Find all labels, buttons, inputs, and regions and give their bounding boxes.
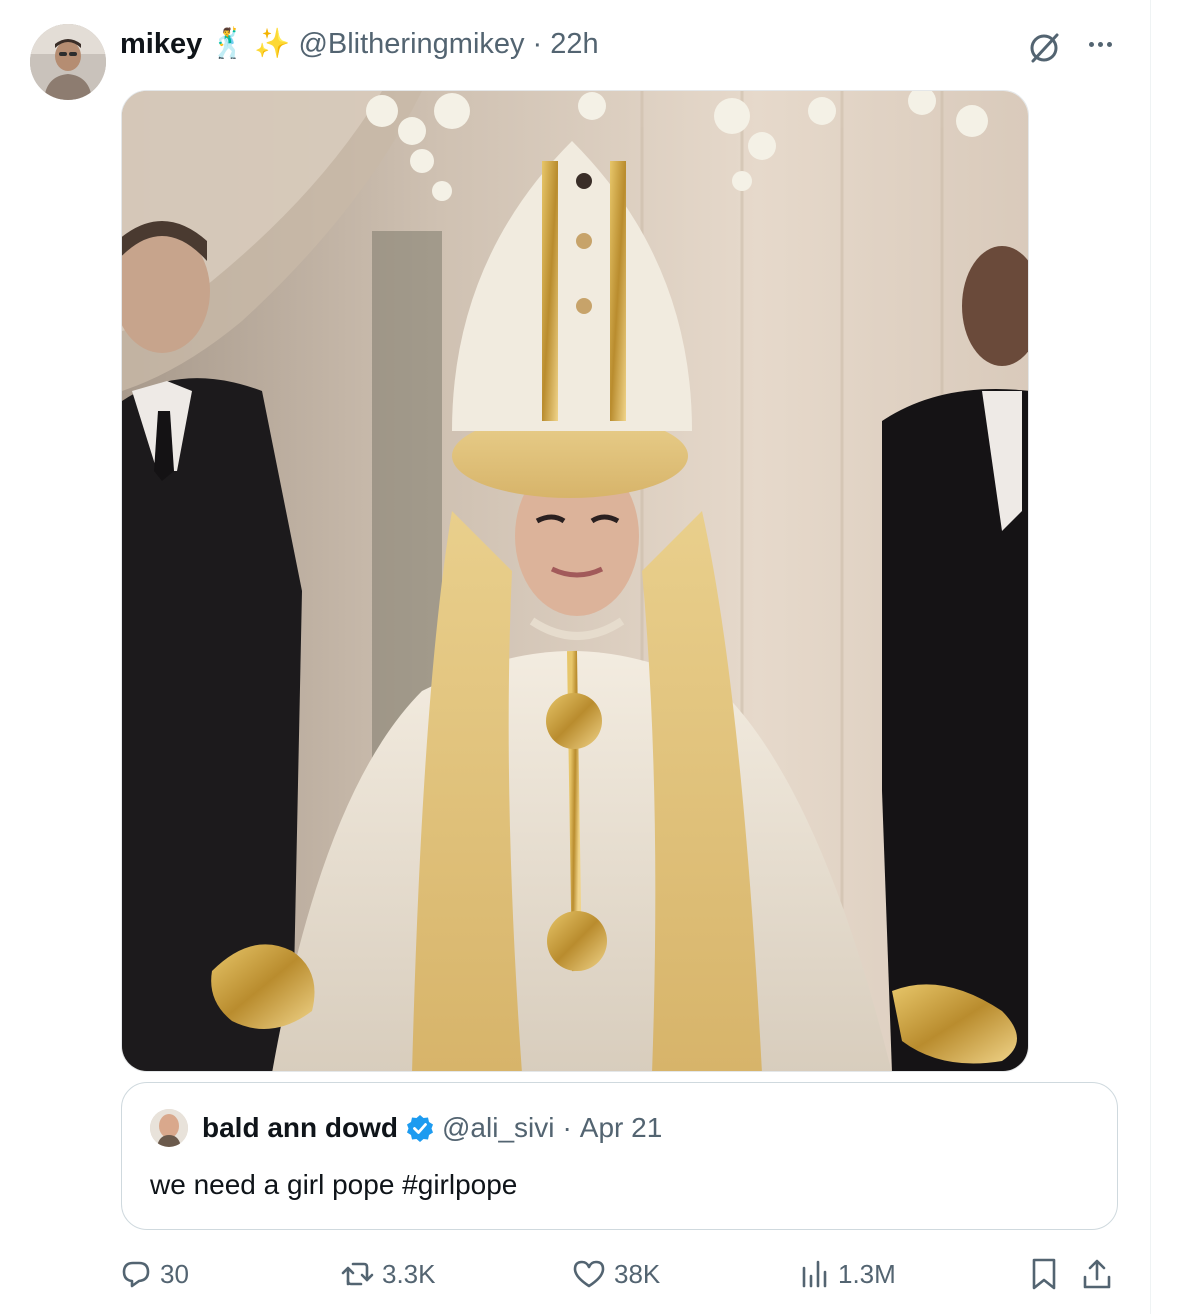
quoted-author-handle[interactable]: @ali_sivi [442,1112,554,1144]
separator-dot: · [562,1112,572,1143]
sparkles-emoji: ✨ [254,28,291,60]
tweet-actions-bar: 30 3.3K 38K 1.3M [120,1250,1120,1298]
more-options-icon[interactable] [1080,28,1120,60]
grok-icon[interactable] [1024,28,1064,68]
like-button[interactable]: 38K [572,1250,660,1298]
like-icon [572,1258,606,1290]
quoted-author-name[interactable]: bald ann dowd [202,1112,398,1144]
reply-button[interactable]: 30 [120,1250,189,1298]
bookmark-button[interactable] [1030,1250,1058,1298]
views-count: 1.3M [838,1258,896,1289]
repost-count: 3.3K [382,1258,436,1289]
tweet-timestamp[interactable]: 22h [550,28,598,61]
quoted-author-avatar[interactable] [150,1109,188,1147]
reply-icon [120,1258,152,1290]
quoted-tweet-text: we need a girl pope #girlpope [150,1169,518,1200]
author-name[interactable]: mikey [120,28,202,61]
repost-icon [340,1258,374,1290]
views-icon [800,1258,830,1290]
quoted-tweet[interactable]: bald ann dowd @ali_sivi · Apr 21 we need… [121,1082,1118,1230]
column-divider [1150,0,1151,1314]
author-handle[interactable]: @Blitheringmikey [298,28,524,61]
author-avatar[interactable] [30,24,106,100]
views-button[interactable]: 1.3M [800,1250,896,1298]
share-button[interactable] [1082,1250,1112,1298]
separator-dot: · [532,27,543,60]
reply-count: 30 [160,1258,189,1289]
like-count: 38K [614,1258,661,1289]
quoted-tweet-header: bald ann dowd @ali_sivi · Apr 21 [150,1107,662,1149]
quoted-tweet-date[interactable]: Apr 21 [580,1112,663,1144]
tweet-media-image[interactable] [121,90,1029,1072]
dancer-emoji: 🕺 [210,28,247,60]
verified-badge-icon [406,1114,434,1142]
tweet-header: mikey 🕺 ✨ @Blitheringmikey · 22h [120,22,599,66]
share-icon [1082,1257,1112,1291]
repost-button[interactable]: 3.3K [340,1250,436,1298]
bookmark-icon [1030,1257,1058,1291]
